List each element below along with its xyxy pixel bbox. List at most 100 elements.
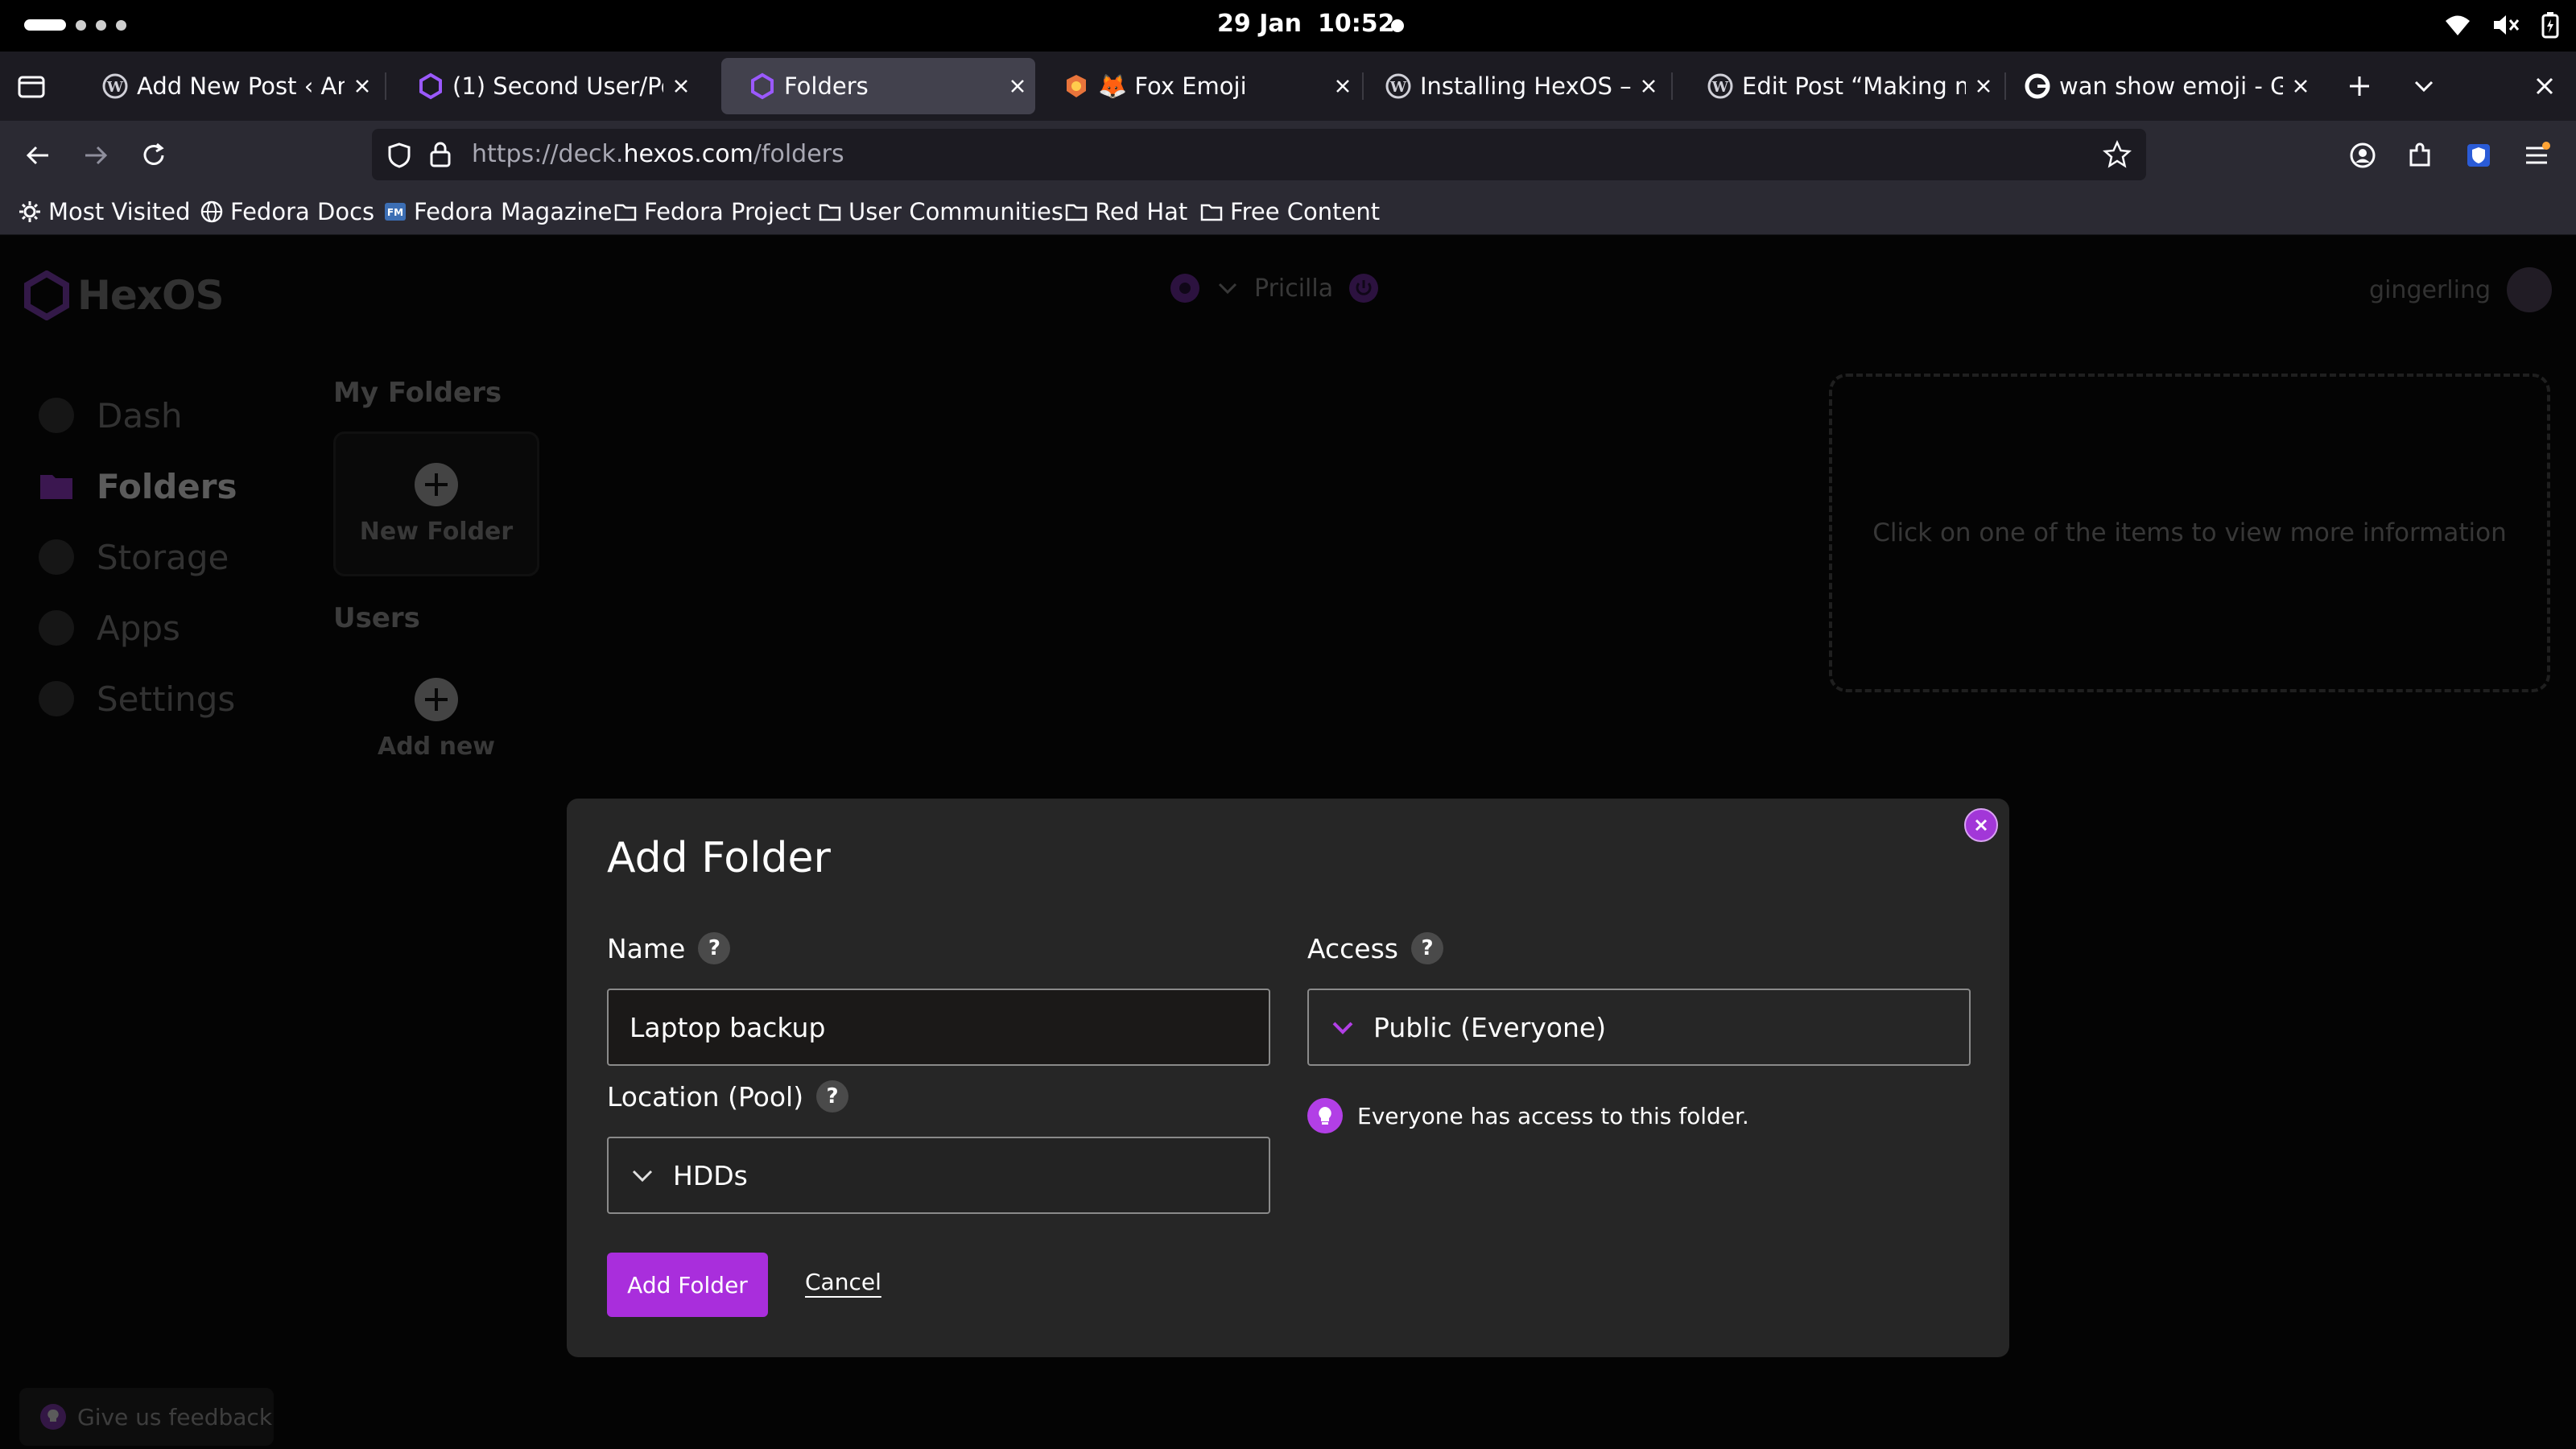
folder-name-input[interactable]: Laptop backup [607, 989, 1270, 1066]
account-button[interactable] [2344, 137, 2381, 174]
server-status-icon [1170, 274, 1199, 303]
clock[interactable]: 29 Jan 10:52 [1217, 10, 1394, 38]
wordpress-icon: W [1707, 73, 1733, 99]
tab-close-button[interactable] [663, 77, 699, 95]
firefox-view-button[interactable] [13, 68, 50, 105]
close-icon [2536, 77, 2553, 95]
folder-icon [819, 204, 841, 221]
my-folders-title: My Folders [333, 377, 502, 409]
close-icon [1975, 819, 1988, 832]
dialog-close-button[interactable] [1964, 808, 1998, 842]
access-label-text: Access [1307, 932, 1398, 964]
new-folder-card[interactable]: New Folder [333, 431, 539, 576]
tab-close-button[interactable] [345, 77, 380, 95]
browser-nav-bar: https://deck.hexos.com/folders [0, 121, 2576, 190]
close-icon [675, 80, 687, 93]
fm-icon: FM [385, 203, 406, 221]
browser-tab[interactable]: 🦊 Fox Emoji [1035, 58, 1360, 114]
browser-tab[interactable]: wan show emoji - Go [1996, 58, 2318, 114]
extensions-button[interactable] [2402, 137, 2439, 174]
system-tray[interactable] [2444, 11, 2560, 39]
browser-tab-active[interactable]: Folders [721, 58, 1035, 114]
tab-close-button[interactable] [1631, 77, 1666, 95]
sidebar-item-folders[interactable]: Folders [39, 451, 237, 522]
name-label-text: Name [607, 932, 686, 964]
reload-button[interactable] [135, 137, 172, 174]
workspace-dot[interactable] [76, 19, 86, 31]
workspace-dot[interactable] [116, 19, 126, 31]
bookmark-user-communities[interactable]: User Communities [818, 198, 1063, 225]
workspace-indicator[interactable] [24, 19, 126, 31]
lock-icon[interactable] [428, 140, 452, 169]
browser-tab[interactable]: W Edit Post “Making my [1679, 58, 2001, 114]
location-value: HDDs [673, 1159, 748, 1191]
avatar[interactable] [2507, 267, 2552, 312]
tab-title: (1) Second User/Point [452, 72, 663, 100]
back-button[interactable] [19, 137, 56, 174]
menu-icon [2526, 142, 2550, 164]
location-pool-select[interactable]: HDDs [607, 1137, 1270, 1214]
shield-icon[interactable] [386, 142, 412, 169]
clock-time: 10:52 [1317, 10, 1395, 38]
bookmark-fedora-magazine[interactable]: FM Fedora Magazine [383, 198, 612, 225]
bookmark-star-icon[interactable] [2103, 140, 2132, 169]
bookmark-fedora-project[interactable]: Fedora Project [613, 198, 811, 225]
access-select[interactable]: Public (Everyone) [1307, 989, 1971, 1066]
bookmark-fedora-docs[interactable]: Fedora Docs [200, 198, 374, 225]
tab-close-button[interactable] [1000, 77, 1035, 95]
plus-circle-icon [415, 462, 458, 506]
sidebar-item-settings[interactable]: Settings [39, 663, 237, 734]
privacy-extension-button[interactable] [2460, 137, 2497, 174]
url-scheme: https:// [472, 140, 559, 168]
wordpress-icon: W [102, 73, 128, 99]
clock-date: 29 Jan [1217, 10, 1302, 38]
browser-tab[interactable]: (1) Second User/Point [390, 58, 699, 114]
storage-icon [39, 539, 74, 575]
feedback-label: Give us feedback [77, 1403, 273, 1430]
add-user-button[interactable]: Add new [333, 678, 539, 761]
bookmark-free-content[interactable]: Free Content [1199, 198, 1380, 225]
tab-separator [385, 72, 386, 100]
sidebar-item-storage[interactable]: Storage [39, 522, 237, 592]
server-name: Pricilla [1254, 274, 1334, 303]
feedback-button[interactable]: Give us feedback [19, 1388, 274, 1446]
add-folder-submit-button[interactable]: Add Folder [607, 1253, 768, 1317]
sidebar-item-apps[interactable]: Apps [39, 592, 237, 663]
svg-text:W: W [106, 79, 124, 96]
google-icon [2025, 73, 2050, 99]
help-icon[interactable]: ? [816, 1080, 849, 1113]
url-bar[interactable]: https://deck.hexos.com/folders [372, 129, 2146, 180]
gear-icon [19, 201, 40, 222]
workspace-active[interactable] [24, 19, 66, 31]
list-all-tabs-button[interactable] [2405, 68, 2442, 105]
help-icon[interactable]: ? [1410, 932, 1443, 964]
new-tab-button[interactable] [2341, 68, 2378, 105]
tab-close-button[interactable] [2283, 77, 2318, 95]
hexos-icon [419, 72, 442, 100]
browser-tab[interactable]: W Add New Post ‹ Anna [74, 58, 380, 114]
close-icon [1977, 80, 1990, 93]
hexos-logo[interactable]: HexOS [24, 270, 225, 320]
server-selector[interactable]: Pricilla [1169, 272, 1380, 304]
chevron-down-icon [1218, 283, 1237, 295]
access-field-label: Access ? [1307, 932, 1443, 964]
sidebar-item-dash[interactable]: Dash [39, 380, 237, 451]
access-hint-text: Everyone has access to this folder. [1357, 1102, 1749, 1129]
power-icon[interactable] [1348, 272, 1380, 304]
workspace-dot[interactable] [96, 19, 106, 31]
bookmark-red-hat[interactable]: Red Hat [1064, 198, 1187, 225]
lightbulb-icon [1307, 1098, 1343, 1133]
cancel-button[interactable]: Cancel [805, 1269, 881, 1295]
window-close-button[interactable] [2526, 68, 2563, 105]
app-menu-button[interactable] [2518, 137, 2555, 174]
bookmark-most-visited[interactable]: Most Visited [18, 198, 191, 225]
url-text[interactable]: https://deck.hexos.com/folders [472, 140, 844, 168]
forward-button[interactable] [77, 137, 114, 174]
browser-tab[interactable]: W Installing HexOS – Ar [1357, 58, 1666, 114]
help-icon[interactable]: ? [698, 932, 731, 964]
globe-icon [200, 200, 223, 223]
shield-extension-icon [2467, 144, 2490, 167]
bookmark-label: Fedora Project [644, 198, 811, 225]
tab-close-button[interactable] [1325, 77, 1360, 95]
user-menu[interactable]: gingerling [2369, 267, 2552, 312]
